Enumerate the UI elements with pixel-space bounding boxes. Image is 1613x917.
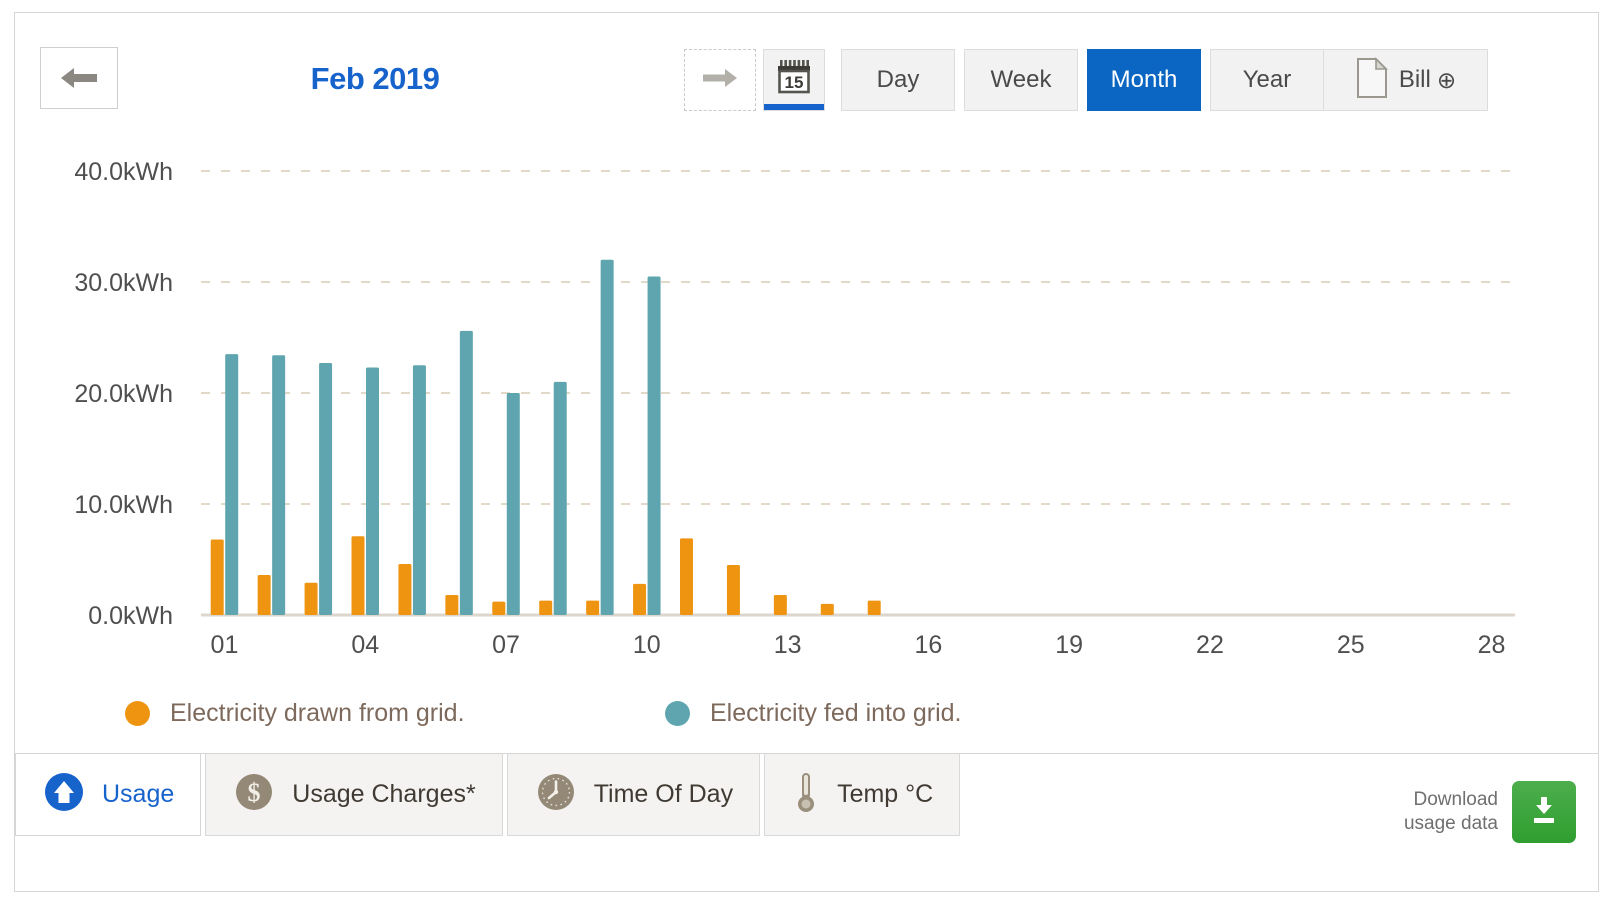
bar[interactable]	[601, 260, 614, 615]
bar[interactable]	[211, 540, 224, 615]
tab-list: Usage $ Usage Charges*	[15, 754, 960, 836]
bar[interactable]	[460, 331, 473, 615]
tab-usage[interactable]: Usage	[15, 754, 201, 836]
download-button[interactable]	[1512, 781, 1576, 843]
tab-label-time-of-day: Time Of Day	[594, 780, 733, 809]
arrow-left-icon	[59, 65, 99, 91]
bar[interactable]	[305, 583, 318, 615]
x-axis-tick-label: 13	[774, 631, 802, 659]
bill-label: Bill	[1399, 66, 1431, 94]
tab-temp[interactable]: Temp °C	[764, 754, 960, 836]
download-label: Download usage data	[1404, 788, 1498, 836]
legend-label-drawn: Electricity drawn from grid.	[170, 699, 465, 728]
download-icon	[1527, 793, 1561, 832]
y-axis-tick-label: 40.0kWh	[74, 158, 173, 186]
usage-arrow-icon	[42, 770, 86, 819]
calendar-icon: 15	[772, 56, 816, 105]
calendar-day-number: 15	[785, 73, 804, 92]
energy-usage-panel: Feb 2019 15	[14, 12, 1599, 892]
bill-add-icon[interactable]: ⊕	[1437, 67, 1456, 94]
x-axis-tick-label: 22	[1196, 631, 1224, 659]
usage-chart-canvas: 0.0kWh 10.0kWh 20.0kWh 30.0kWh 40.0kWh 01 04 07…	[15, 133, 1600, 663]
range-button-month[interactable]: Month	[1087, 49, 1201, 111]
clock-icon	[534, 770, 578, 819]
previous-period-button[interactable]	[40, 47, 118, 109]
calendar-picker-button[interactable]: 15	[763, 49, 825, 111]
bar[interactable]	[539, 601, 552, 615]
range-selector: Day Week Month Year	[841, 49, 1324, 111]
x-axis-tick-label: 04	[351, 631, 379, 659]
x-axis-tick-label: 10	[633, 631, 661, 659]
bar[interactable]	[319, 363, 332, 615]
bar[interactable]	[680, 538, 693, 615]
tab-label-usage-charges: Usage Charges*	[292, 780, 475, 809]
thermometer-icon	[791, 769, 821, 820]
bottom-tabbar: Usage $ Usage Charges*	[15, 753, 1598, 891]
tab-usage-charges[interactable]: $ Usage Charges*	[205, 754, 502, 836]
legend-item-drawn: Electricity drawn from grid.	[125, 699, 465, 728]
bar[interactable]	[225, 354, 238, 615]
bar[interactable]	[648, 276, 661, 615]
bar[interactable]	[507, 393, 520, 615]
bar[interactable]	[633, 584, 646, 615]
y-axis-tick-label: 0.0kWh	[88, 602, 173, 630]
next-period-button[interactable]	[684, 49, 756, 111]
range-button-week[interactable]: Week	[964, 49, 1078, 111]
bar[interactable]	[366, 367, 379, 615]
bar[interactable]	[352, 536, 365, 615]
x-axis-tick-label: 16	[914, 631, 942, 659]
tab-time-of-day[interactable]: Time Of Day	[507, 754, 760, 836]
bar[interactable]	[258, 575, 271, 615]
bar[interactable]	[272, 355, 285, 615]
y-axis-tick-label: 20.0kWh	[74, 380, 173, 408]
document-icon	[1355, 57, 1389, 104]
bar[interactable]	[821, 604, 834, 615]
legend-label-fed: Electricity fed into grid.	[710, 699, 962, 728]
legend-swatch-drawn	[125, 701, 150, 726]
chart-legend: Electricity drawn from grid. Electricity…	[15, 685, 1598, 755]
bar[interactable]	[586, 601, 599, 615]
bar[interactable]	[398, 564, 411, 615]
svg-text:$: $	[248, 778, 261, 807]
bar[interactable]	[413, 365, 426, 615]
page-title: Feb 2019	[195, 61, 555, 97]
x-axis-tick-label: 07	[492, 631, 520, 659]
download-usage-data[interactable]: Download usage data	[1404, 781, 1576, 843]
range-button-year[interactable]: Year	[1210, 49, 1324, 111]
bar[interactable]	[774, 595, 787, 615]
toolbar: Feb 2019 15	[15, 13, 1598, 133]
bar[interactable]	[445, 595, 458, 615]
bar[interactable]	[554, 382, 567, 615]
arrow-right-icon	[701, 66, 739, 95]
legend-item-fed: Electricity fed into grid.	[665, 699, 962, 728]
x-axis-tick-label: 28	[1478, 631, 1506, 659]
usage-chart: 0.0kWh 10.0kWh 20.0kWh 30.0kWh 40.0kWh 01 04 07…	[15, 133, 1598, 663]
x-axis-tick-label: 19	[1055, 631, 1083, 659]
dollar-icon: $	[232, 770, 276, 819]
bar[interactable]	[727, 565, 740, 615]
bar[interactable]	[492, 602, 505, 615]
tab-label-temp: Temp °C	[837, 780, 933, 809]
tab-label-usage: Usage	[102, 780, 174, 809]
y-axis-tick-label: 10.0kWh	[74, 491, 173, 519]
bill-button[interactable]: Bill ⊕	[1323, 49, 1488, 111]
x-axis-tick-label: 01	[211, 631, 239, 659]
y-axis-tick-label: 30.0kWh	[74, 269, 173, 297]
x-axis-tick-label: 25	[1337, 631, 1365, 659]
bar[interactable]	[868, 601, 881, 615]
legend-swatch-fed	[665, 701, 690, 726]
range-button-day[interactable]: Day	[841, 49, 955, 111]
